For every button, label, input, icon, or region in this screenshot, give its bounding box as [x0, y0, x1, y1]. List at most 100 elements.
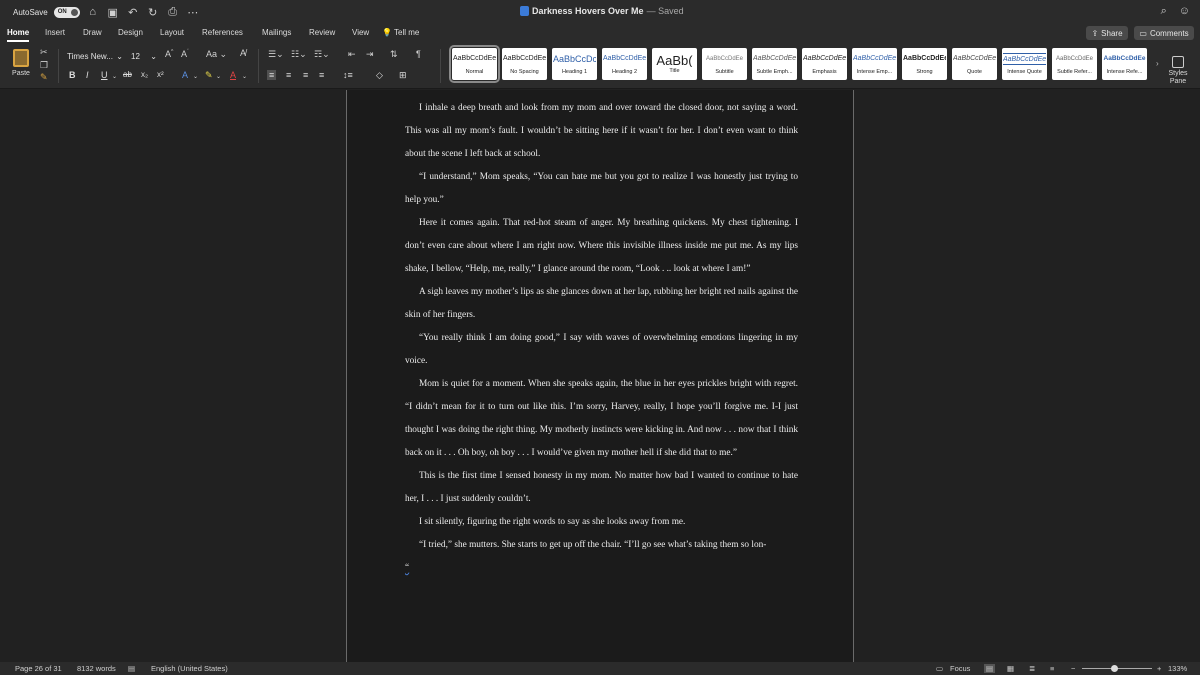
undo-icon[interactable]: ↶ [126, 6, 140, 19]
line-spacing-icon[interactable]: ↕≡ [343, 70, 353, 80]
comments-button[interactable]: ▭ Comments [1134, 26, 1194, 40]
proofing-icon[interactable]: ▤ [128, 664, 135, 673]
superscript-icon[interactable]: x² [157, 70, 164, 79]
zoom-level[interactable]: 133% [1168, 664, 1187, 673]
document-title[interactable]: Darkness Hovers Over Me — Saved [520, 6, 684, 16]
chevron-right-icon[interactable]: › [1156, 59, 1159, 68]
borders-icon[interactable]: ⊞ [399, 70, 407, 81]
chevron-down-icon[interactable]: ⌄ [216, 73, 221, 80]
outline-view-icon[interactable]: ≣ [1029, 664, 1035, 673]
align-left-icon[interactable]: ≡ [267, 70, 277, 80]
styles-pane-button[interactable]: Styles Pane [1164, 56, 1192, 86]
focus-icon[interactable]: ▭ [936, 664, 943, 673]
chevron-down-icon[interactable]: ⌄ [112, 73, 117, 80]
paste-button[interactable]: Paste [8, 49, 34, 77]
tab-layout[interactable]: Layout [160, 28, 184, 37]
paragraph[interactable]: This is the first time I sensed honesty … [405, 465, 798, 511]
paragraph[interactable]: I inhale a deep breath and look from my … [405, 97, 798, 166]
tab-references[interactable]: References [202, 28, 243, 37]
style-heading-2[interactable]: AaBbCcDdEe Heading 2 [602, 48, 647, 80]
zoom-out-icon[interactable]: − [1071, 664, 1075, 673]
shading-icon[interactable]: ◇ [376, 70, 383, 81]
paragraph[interactable]: “You really think I am doing good,” I sa… [405, 327, 798, 373]
style-title[interactable]: AaBb( Title [652, 48, 697, 80]
language-status[interactable]: English (United States) [151, 664, 228, 673]
style-emphasis[interactable]: AaBbCcDdEe Emphasis [802, 48, 847, 80]
word-count[interactable]: 8132 words [77, 664, 116, 673]
style-strong[interactable]: AaBbCcDdEe Strong [902, 48, 947, 80]
chevron-down-icon[interactable]: ⌄ [242, 73, 247, 80]
tab-view[interactable]: View [352, 28, 369, 37]
paragraph[interactable]: “ [405, 557, 798, 580]
tab-draw[interactable]: Draw [83, 28, 102, 37]
cut-icon[interactable]: ✂ [40, 47, 48, 58]
tell-me-search[interactable]: Tell me [394, 28, 419, 37]
print-layout-icon[interactable]: ▤ [984, 664, 996, 673]
paragraph[interactable]: “I understand,” Mom speaks, “You can hat… [405, 166, 798, 212]
change-case-icon[interactable]: Aa ⌄ [206, 49, 227, 60]
save-icon[interactable]: ▣ [106, 6, 120, 19]
account-icon[interactable]: ☺ [1179, 5, 1190, 18]
align-right-icon[interactable]: ≡ [303, 70, 308, 80]
share-button[interactable]: ⇪ Share [1086, 26, 1128, 40]
paragraph[interactable]: A sigh leaves my mother’s lips as she gl… [405, 281, 798, 327]
paragraph[interactable]: “I tried,” she mutters. She starts to ge… [405, 534, 798, 557]
highlight-icon[interactable]: ✎ [205, 70, 213, 81]
draft-view-icon[interactable]: ≡ [1050, 664, 1054, 673]
underline-icon[interactable]: U [101, 70, 108, 80]
shrink-font-icon[interactable]: Aˇ [181, 49, 189, 59]
tab-review[interactable]: Review [309, 28, 335, 37]
paragraph[interactable]: I sit silently, figuring the right words… [405, 511, 798, 534]
text-effects-icon[interactable]: A [182, 70, 188, 80]
search-icon[interactable]: ⌕ [1161, 5, 1167, 18]
document-page[interactable]: I inhale a deep breath and look from my … [346, 90, 854, 662]
zoom-slider-handle[interactable] [1111, 665, 1118, 672]
more-icon[interactable]: ⋯ [186, 6, 200, 19]
focus-button[interactable]: Focus [950, 664, 970, 673]
decrease-indent-icon[interactable]: ⇤ [348, 49, 356, 60]
clear-formatting-icon[interactable]: A̸ [240, 48, 246, 58]
font-name-dropdown[interactable]: Times New... ⌄ [64, 50, 126, 63]
paragraph[interactable]: Here it comes again. That red-hot steam … [405, 212, 798, 281]
zoom-in-icon[interactable]: + [1157, 664, 1161, 673]
style-intense-emphasis[interactable]: AaBbCcDdEe Intense Emp... [852, 48, 897, 80]
paragraph[interactable]: Mom is quiet for a moment. When she spea… [405, 373, 798, 465]
style-subtle-emphasis[interactable]: AaBbCcDdEe Subtle Emph... [752, 48, 797, 80]
print-icon[interactable]: ⎙ [166, 6, 180, 19]
document-body[interactable]: I inhale a deep breath and look from my … [405, 97, 798, 580]
align-center-icon[interactable]: ≡ [286, 70, 291, 80]
style-intense-quote[interactable]: AaBbCcDdEe Intense Quote [1002, 48, 1047, 80]
redo-icon[interactable]: ↻ [146, 6, 160, 19]
tab-insert[interactable]: Insert [45, 28, 65, 37]
style-heading-1[interactable]: AaBbCcDc Heading 1 [552, 48, 597, 80]
bullets-icon[interactable]: ☰⌄ [268, 49, 284, 60]
style-subtle-reference[interactable]: AaBbCcDdEe Subtle Refer... [1052, 48, 1097, 80]
italic-icon[interactable]: I [86, 70, 89, 80]
grow-font-icon[interactable]: A^ [165, 49, 173, 59]
subscript-icon[interactable]: x₂ [141, 70, 148, 79]
tab-design[interactable]: Design [118, 28, 143, 37]
style-normal[interactable]: AaBbCcDdEe Normal [449, 45, 500, 83]
chevron-down-icon[interactable]: ⌄ [193, 73, 198, 80]
style-intense-reference[interactable]: AaBbCcDdEe Intense Refe... [1102, 48, 1147, 80]
autosave-toggle[interactable]: ON [53, 6, 80, 18]
style-subtitle[interactable]: AaBbCcDdEe Subtitle [702, 48, 747, 80]
tab-mailings[interactable]: Mailings [262, 28, 291, 37]
web-layout-icon[interactable]: ▦ [1007, 664, 1014, 673]
font-size-dropdown[interactable]: 12 ⌄ [128, 50, 160, 63]
sort-icon[interactable]: ⇅ [390, 49, 398, 60]
format-painter-icon[interactable]: ✎ [40, 72, 48, 83]
style-no-spacing[interactable]: AaBbCcDdEe No Spacing [502, 48, 547, 80]
page-count[interactable]: Page 26 of 31 [15, 664, 62, 673]
home-icon[interactable]: ⌂ [86, 6, 100, 18]
numbering-icon[interactable]: ☷⌄ [291, 49, 307, 60]
justify-icon[interactable]: ≡ [319, 70, 324, 80]
multilevel-list-icon[interactable]: ☶⌄ [314, 49, 330, 60]
tab-home[interactable]: Home [7, 28, 29, 37]
bold-icon[interactable]: B [69, 70, 76, 80]
strikethrough-icon[interactable]: ab [123, 70, 132, 79]
style-quote[interactable]: AaBbCcDdEe Quote [952, 48, 997, 80]
copy-icon[interactable]: ❐ [40, 60, 48, 71]
increase-indent-icon[interactable]: ⇥ [366, 49, 374, 60]
paragraph-mark-icon[interactable]: ¶ [416, 49, 421, 59]
